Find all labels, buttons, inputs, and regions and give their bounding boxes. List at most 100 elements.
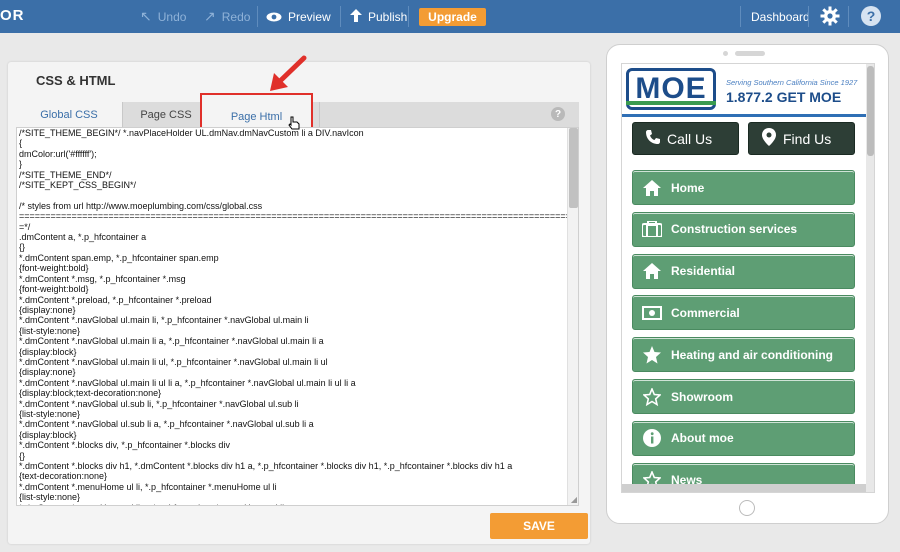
editor-scrollbar[interactable] bbox=[567, 128, 578, 505]
speaker-slot bbox=[735, 51, 765, 56]
preview-bottom-bar bbox=[622, 484, 866, 492]
nav-item-about-moe[interactable]: About moe bbox=[632, 420, 855, 456]
header-divider bbox=[622, 114, 866, 117]
code-line: {display:block;text-decoration:none} bbox=[19, 388, 162, 399]
code-line: *.dmContent *.navGlobal ul.main li ul, *… bbox=[19, 356, 328, 367]
nav-item-home[interactable]: Home bbox=[632, 170, 855, 205]
toolbar-divider bbox=[808, 6, 809, 27]
nav-item-construction-services[interactable]: Construction services bbox=[632, 211, 855, 247]
code-line: *.dmContent *.blocks div h1, *.dmContent… bbox=[19, 461, 513, 471]
site-tagline: Serving Southern California Since 1927 bbox=[726, 78, 858, 87]
nav-item-showroom[interactable]: Showroom bbox=[632, 379, 855, 414]
gear-icon[interactable] bbox=[820, 6, 840, 26]
code-line: *.dmContent *.navGlobal ul.sub li, *.p_h… bbox=[19, 398, 299, 409]
preview-screen[interactable]: MOE Serving Southern California Since 19… bbox=[621, 63, 875, 493]
find-us-label: Find Us bbox=[783, 130, 832, 147]
code-line: {font-weight:bold} bbox=[19, 263, 89, 274]
code-line: { bbox=[19, 138, 23, 149]
code-line: } bbox=[19, 159, 23, 170]
help-icon[interactable]: ? bbox=[861, 6, 881, 26]
map-pin-icon bbox=[755, 127, 783, 150]
code-line: /*SITE_THEME_END*/ bbox=[19, 169, 112, 180]
undo-icon: ↖ bbox=[140, 8, 152, 24]
call-us-button[interactable]: Call Us bbox=[632, 122, 739, 155]
nav-item-label: Showroom bbox=[671, 389, 733, 404]
code-line: *.dmContent *.menuHome ul li a, *.p_hfco… bbox=[19, 503, 567, 505]
nav-item-heating-and-air-conditioning[interactable]: Heating and air conditioning bbox=[632, 337, 855, 373]
css-editor[interactable]: /*SITE_THEME_BEGIN*/ *.navPlaceHolder UL… bbox=[16, 127, 579, 506]
nav-item-label: Home bbox=[671, 180, 705, 195]
code-content[interactable]: /*SITE_THEME_BEGIN*/ *.navPlaceHolder UL… bbox=[19, 128, 567, 505]
code-line: /*SITE_KEPT_CSS_BEGIN*/ bbox=[19, 180, 137, 191]
upgrade-button[interactable]: Upgrade bbox=[419, 8, 486, 26]
toolbar-divider bbox=[408, 6, 409, 27]
redo-button[interactable]: ↗ Redo bbox=[204, 0, 250, 33]
eye-icon bbox=[266, 9, 282, 25]
nav-item-label: About moe bbox=[671, 431, 734, 446]
star-outline-icon bbox=[641, 387, 663, 407]
code-line: {list-style:none} bbox=[19, 492, 81, 503]
publish-label: Publish bbox=[368, 9, 408, 24]
dashboard-button[interactable]: Dashboard bbox=[751, 0, 810, 33]
code-line: ========================================… bbox=[19, 211, 567, 222]
code-line: *.dmContent *.menuHome ul li, *.p_hfcont… bbox=[19, 481, 277, 492]
info-icon bbox=[641, 428, 663, 448]
code-line: *.dmContent *.navGlobal ul.sub li a, *.p… bbox=[19, 419, 314, 430]
code-line: {font-weight:bold} bbox=[19, 284, 89, 295]
nav-item-residential[interactable]: Residential bbox=[632, 253, 855, 289]
star-icon bbox=[641, 345, 663, 365]
resize-handle-icon[interactable]: ◢ bbox=[571, 495, 577, 504]
scrollbar-thumb[interactable] bbox=[569, 128, 578, 208]
code-line: {display:block} bbox=[19, 346, 77, 357]
code-line: {list-style:none} bbox=[19, 408, 81, 419]
find-us-button[interactable]: Find Us bbox=[748, 122, 855, 155]
toolbar-divider bbox=[340, 6, 341, 27]
code-line: dmColor:url('#ffffff'); bbox=[19, 148, 97, 159]
mobile-preview: MOE Serving Southern California Since 19… bbox=[606, 44, 889, 524]
tab-page-css[interactable]: Page CSS bbox=[123, 102, 210, 127]
hand-cursor-icon bbox=[288, 116, 300, 133]
moe-logo: MOE bbox=[626, 68, 716, 110]
code-line: *.dmContent span.emp, *.p_hfcontainer sp… bbox=[19, 252, 219, 263]
code-line: =*/ bbox=[19, 221, 31, 232]
code-line: {} bbox=[19, 242, 26, 253]
call-us-label: Call Us bbox=[667, 130, 713, 147]
code-line: *.dmContent *.blocks div, *.p_hfcontaine… bbox=[19, 440, 230, 451]
code-line: *.dmContent *.preload, *.p_hfcontainer *… bbox=[19, 294, 212, 305]
toolbar-divider bbox=[848, 6, 849, 27]
help-icon[interactable]: ? bbox=[551, 107, 565, 121]
preview-label: Preview bbox=[288, 9, 331, 24]
toolbar-divider bbox=[257, 6, 258, 27]
code-line: *.dmContent *.navGlobal ul.main li, *.p_… bbox=[19, 315, 309, 326]
nav-item-label: Residential bbox=[671, 264, 736, 279]
save-button[interactable]: SAVE bbox=[490, 513, 588, 539]
nav-item-commercial[interactable]: Commercial bbox=[632, 295, 855, 331]
code-line: {text-decoration:none} bbox=[19, 471, 108, 482]
nav-item-label: Commercial bbox=[671, 305, 740, 320]
app-logo: OR bbox=[0, 7, 25, 24]
redo-icon: ↗ bbox=[204, 8, 216, 24]
preview-scrollbar[interactable] bbox=[866, 64, 874, 492]
code-line: *.dmContent *.navGlobal ul.main li ul li… bbox=[19, 377, 356, 388]
css-html-panel: CSS & HTML Global CSS Page CSS Page Html… bbox=[8, 62, 590, 544]
undo-button[interactable]: ↖ Undo bbox=[140, 0, 186, 33]
code-line: {display:none} bbox=[19, 367, 76, 378]
code-line: .dmContent a, *.p_hfcontainer a bbox=[19, 232, 147, 243]
publish-button[interactable]: Publish bbox=[350, 0, 407, 33]
home-button bbox=[739, 500, 755, 516]
code-line: {} bbox=[19, 450, 26, 461]
camera-dot bbox=[723, 51, 728, 56]
site-phone: 1.877.2 GET MOE bbox=[726, 89, 842, 105]
home-icon bbox=[641, 261, 663, 281]
site-header: MOE Serving Southern California Since 19… bbox=[622, 64, 866, 114]
code-line: *.dmContent *.msg, *.p_hfcontainer *.msg bbox=[19, 273, 186, 284]
phone-icon bbox=[639, 129, 667, 149]
preview-button[interactable]: Preview bbox=[266, 0, 331, 33]
nav-item-label: Heating and air conditioning bbox=[671, 347, 833, 362]
panel-title: CSS & HTML bbox=[36, 73, 116, 88]
code-line: {display:block} bbox=[19, 429, 77, 440]
briefcase-icon bbox=[641, 219, 663, 239]
code-line: /* styles from url http://www.moeplumbin… bbox=[19, 200, 263, 211]
redo-label: Redo bbox=[221, 9, 251, 24]
tab-global-css[interactable]: Global CSS bbox=[16, 102, 123, 127]
